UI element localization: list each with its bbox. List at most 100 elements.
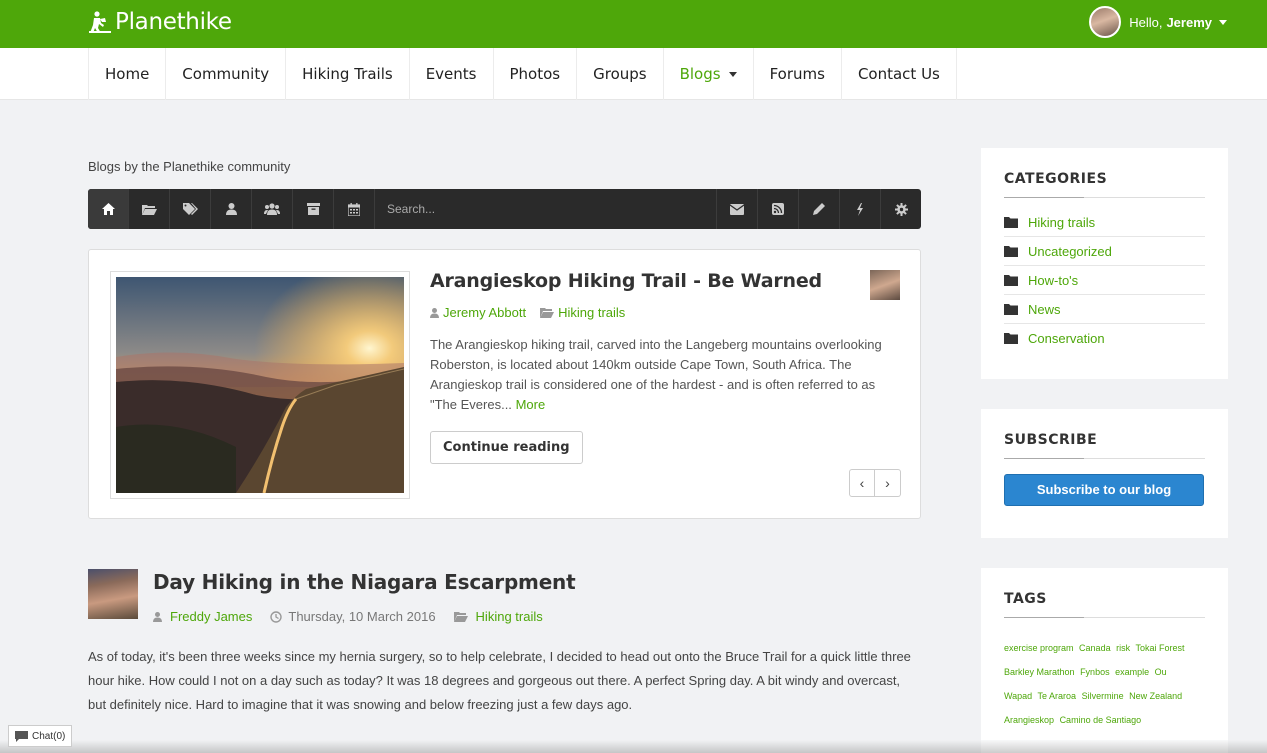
users-icon: [264, 203, 280, 215]
bottom-fade: [0, 740, 1267, 753]
subscribe-widget: SUBSCRIBE Subscribe to our blog: [981, 409, 1228, 538]
blog-toolbar: [88, 189, 921, 229]
tag-link[interactable]: exercise program: [1004, 643, 1074, 653]
tag-link[interactable]: Arangieskop: [1004, 715, 1054, 725]
nav-label: Groups: [593, 65, 647, 83]
author-avatar[interactable]: [870, 270, 900, 300]
tag-link[interactable]: Te Araroa: [1038, 691, 1077, 701]
user-icon: [153, 611, 162, 622]
user-icon: [430, 307, 439, 318]
toolbar-categories-button[interactable]: [129, 189, 170, 229]
nav-item-contact-us[interactable]: Contact Us: [842, 48, 957, 100]
site-logo[interactable]: Planethike: [88, 9, 232, 35]
envelope-icon: [730, 203, 744, 215]
featured-pager: ‹ ›: [849, 469, 901, 497]
toolbar-teams-button[interactable]: [252, 189, 293, 229]
tag-link[interactable]: example: [1115, 667, 1149, 677]
folder-icon: [1004, 333, 1018, 344]
category-label: How-to's: [1028, 272, 1079, 288]
chat-icon: [15, 730, 28, 742]
toolbar-settings-button[interactable]: [880, 189, 921, 229]
category-item[interactable]: How-to's: [1004, 266, 1205, 295]
previous-button[interactable]: ‹: [849, 469, 875, 497]
category-item[interactable]: Hiking trails: [1004, 208, 1205, 237]
categories-title: CATEGORIES: [1004, 148, 1205, 198]
page-description: Blogs by the Planethike community: [88, 159, 291, 174]
nav-label: Community: [182, 65, 270, 83]
tag-link[interactable]: Camino de Santiago: [1060, 715, 1142, 725]
subscribe-button[interactable]: Subscribe to our blog: [1004, 474, 1204, 506]
featured-author-link[interactable]: Jeremy Abbott: [443, 305, 526, 320]
featured-post-card: Arangieskop Hiking Trail - Be Warned Jer…: [88, 249, 921, 519]
nav-item-blogs[interactable]: Blogs: [664, 48, 754, 100]
tag-link[interactable]: Canada: [1079, 643, 1111, 653]
featured-category-link[interactable]: Hiking trails: [558, 305, 625, 320]
top-bar: Planethike Hello, Jeremy: [0, 0, 1267, 48]
subscribe-title: SUBSCRIBE: [1004, 409, 1205, 459]
featured-post-title[interactable]: Arangieskop Hiking Trail - Be Warned: [430, 270, 822, 292]
tags-icon: [182, 203, 198, 215]
nav-item-groups[interactable]: Groups: [577, 48, 664, 100]
post-author-link[interactable]: Freddy James: [170, 609, 252, 624]
folder-icon: [1004, 274, 1018, 286]
tag-link[interactable]: Wapad: [1004, 691, 1032, 701]
nav-item-home[interactable]: Home: [89, 48, 167, 100]
category-item[interactable]: Conservation: [1004, 324, 1205, 353]
tag-link[interactable]: Fynbos: [1080, 667, 1110, 677]
user-name: Jeremy: [1166, 14, 1212, 30]
post-category-link[interactable]: Hiking trails: [476, 609, 543, 624]
chat-button[interactable]: Chat(0): [8, 725, 73, 747]
tag-link[interactable]: risk: [1116, 643, 1130, 653]
toolbar-write-button[interactable]: [798, 189, 839, 229]
toolbar-quickpost-button[interactable]: [839, 189, 880, 229]
next-button[interactable]: ›: [875, 469, 901, 497]
search-input[interactable]: [387, 202, 687, 216]
post-author: Freddy James: [153, 609, 252, 624]
post-title[interactable]: Day Hiking in the Niagara Escarpment: [153, 570, 576, 594]
post-body: As of today, it's been three weeks since…: [88, 649, 911, 712]
post-date: Thursday, 10 March 2016: [270, 609, 436, 624]
toolbar-archive-button[interactable]: [293, 189, 334, 229]
nav-item-forums[interactable]: Forums: [754, 48, 842, 100]
category-item[interactable]: Uncategorized: [1004, 237, 1205, 266]
tag-link[interactable]: Ou: [1155, 667, 1167, 677]
tags-title: TAGS: [1004, 568, 1205, 618]
post-author-avatar[interactable]: [88, 569, 138, 619]
continue-reading-button[interactable]: Continue reading: [430, 431, 583, 464]
category-label: News: [1028, 301, 1061, 317]
nav-item-events[interactable]: Events: [410, 48, 494, 100]
nav-menu: Home Community Hiking Trails Events Phot…: [88, 48, 957, 100]
calendar-icon: [348, 202, 360, 216]
more-link[interactable]: More: [516, 397, 546, 412]
tag-link[interactable]: Barkley Marathon: [1004, 667, 1075, 677]
tag-link[interactable]: Silvermine: [1082, 691, 1124, 701]
user-menu[interactable]: Hello, Jeremy: [1089, 6, 1227, 38]
logo-text: Planethike: [115, 9, 232, 35]
category-list: Hiking trails Uncategorized How-to's New…: [1004, 198, 1205, 353]
nav-item-community[interactable]: Community: [166, 48, 287, 100]
archive-icon: [306, 203, 320, 215]
nav-item-photos[interactable]: Photos: [494, 48, 578, 100]
toolbar-bloggers-button[interactable]: [211, 189, 252, 229]
categories-widget: CATEGORIES Hiking trails Uncategorized H…: [981, 148, 1228, 379]
tag-link[interactable]: New Zealand: [1129, 691, 1182, 701]
toolbar-calendar-button[interactable]: [334, 189, 375, 229]
category-label: Uncategorized: [1028, 243, 1112, 259]
tag-link[interactable]: Tokai Forest: [1135, 643, 1184, 653]
chevron-down-icon: [728, 71, 737, 77]
chevron-down-icon: [1219, 19, 1227, 25]
rss-icon: [772, 203, 784, 215]
tags-widget: TAGS exercise program Canada risk Tokai …: [981, 568, 1228, 753]
featured-image-sunset-mountains: [116, 277, 404, 493]
nav-item-hiking-trails[interactable]: Hiking Trails: [286, 48, 410, 100]
toolbar-rss-button[interactable]: [757, 189, 798, 229]
toolbar-home-button[interactable]: [88, 189, 129, 229]
nav-label: Home: [105, 65, 150, 83]
category-item[interactable]: News: [1004, 295, 1205, 324]
featured-post-excerpt: The Arangieskop hiking trail, carved int…: [430, 335, 900, 415]
clock-icon: [270, 610, 283, 623]
featured-image-frame[interactable]: [110, 271, 410, 499]
toolbar-subscribe-button[interactable]: [716, 189, 757, 229]
folder-open-icon: [453, 612, 468, 622]
toolbar-tags-button[interactable]: [170, 189, 211, 229]
